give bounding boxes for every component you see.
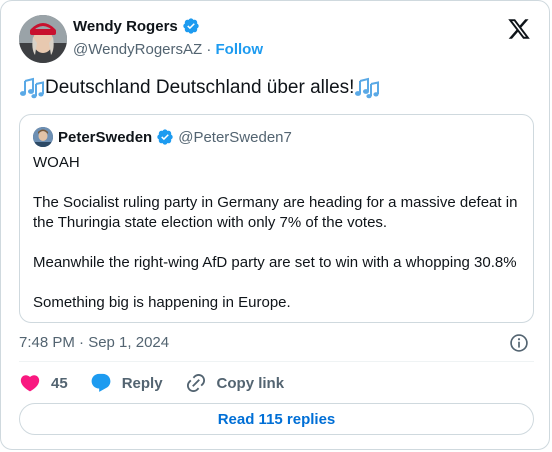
quoted-header: PeterSweden @PeterSweden7 [58,128,292,146]
divider [19,361,534,362]
heart-icon [20,375,40,392]
read-replies-button[interactable]: Read 115 replies [19,403,534,435]
follow-button[interactable]: Follow [216,41,264,58]
reply-bubble-icon [91,373,111,392]
author-name[interactable]: Wendy Rogers [73,17,200,35]
quoted-paragraph: The Socialist ruling party in Germany ar… [33,194,518,231]
copy-link-label: Copy link [216,374,285,392]
x-logo-icon[interactable] [507,17,531,41]
like-count: 45 [51,374,68,392]
tweet-card: Wendy Rogers @WendyRogersAZ · Follow Deu… [0,0,550,450]
author-name-text[interactable]: Wendy Rogers [73,18,178,35]
musical-notes-icon [354,77,380,99]
quoted-paragraph: Something big is happening in Europe. [33,294,291,311]
tweet-timestamp[interactable]: 7:48 PM · Sep 1, 2024 [19,334,169,351]
quoted-author-avatar [33,127,53,147]
reply-label: Reply [121,374,163,392]
verified-badge-icon [182,17,200,35]
reply-button[interactable]: Reply [90,372,163,394]
tweet-text: Deutschland Deutschland über alles! [19,76,380,100]
author-avatar[interactable] [19,15,67,63]
quoted-paragraph: Meanwhile the right-wing AfD party are s… [33,254,517,271]
link-icon [186,373,205,393]
quoted-paragraph: WOAH [33,154,80,171]
handle-separator: · [206,41,212,58]
quoted-tweet[interactable]: PeterSweden @PeterSweden7 WOAH The Socia… [19,114,534,323]
author-handle[interactable]: @WendyRogersAZ [73,41,202,58]
action-bar: 45 Reply Copy link [19,371,306,395]
quoted-author-name: PeterSweden [58,128,153,146]
tweet-body-text: Deutschland Deutschland über alles! [45,77,355,98]
author-handle-row: @WendyRogersAZ · Follow [73,41,263,58]
verified-badge-icon [156,128,174,146]
like-button[interactable]: 45 [19,372,68,394]
quoted-tweet-body: WOAH The Socialist ruling party in Germa… [33,153,528,333]
quoted-author-handle: @PeterSweden7 [178,128,292,146]
copy-link-button[interactable]: Copy link [185,372,285,394]
musical-notes-icon [19,77,45,99]
info-icon[interactable] [509,333,529,353]
